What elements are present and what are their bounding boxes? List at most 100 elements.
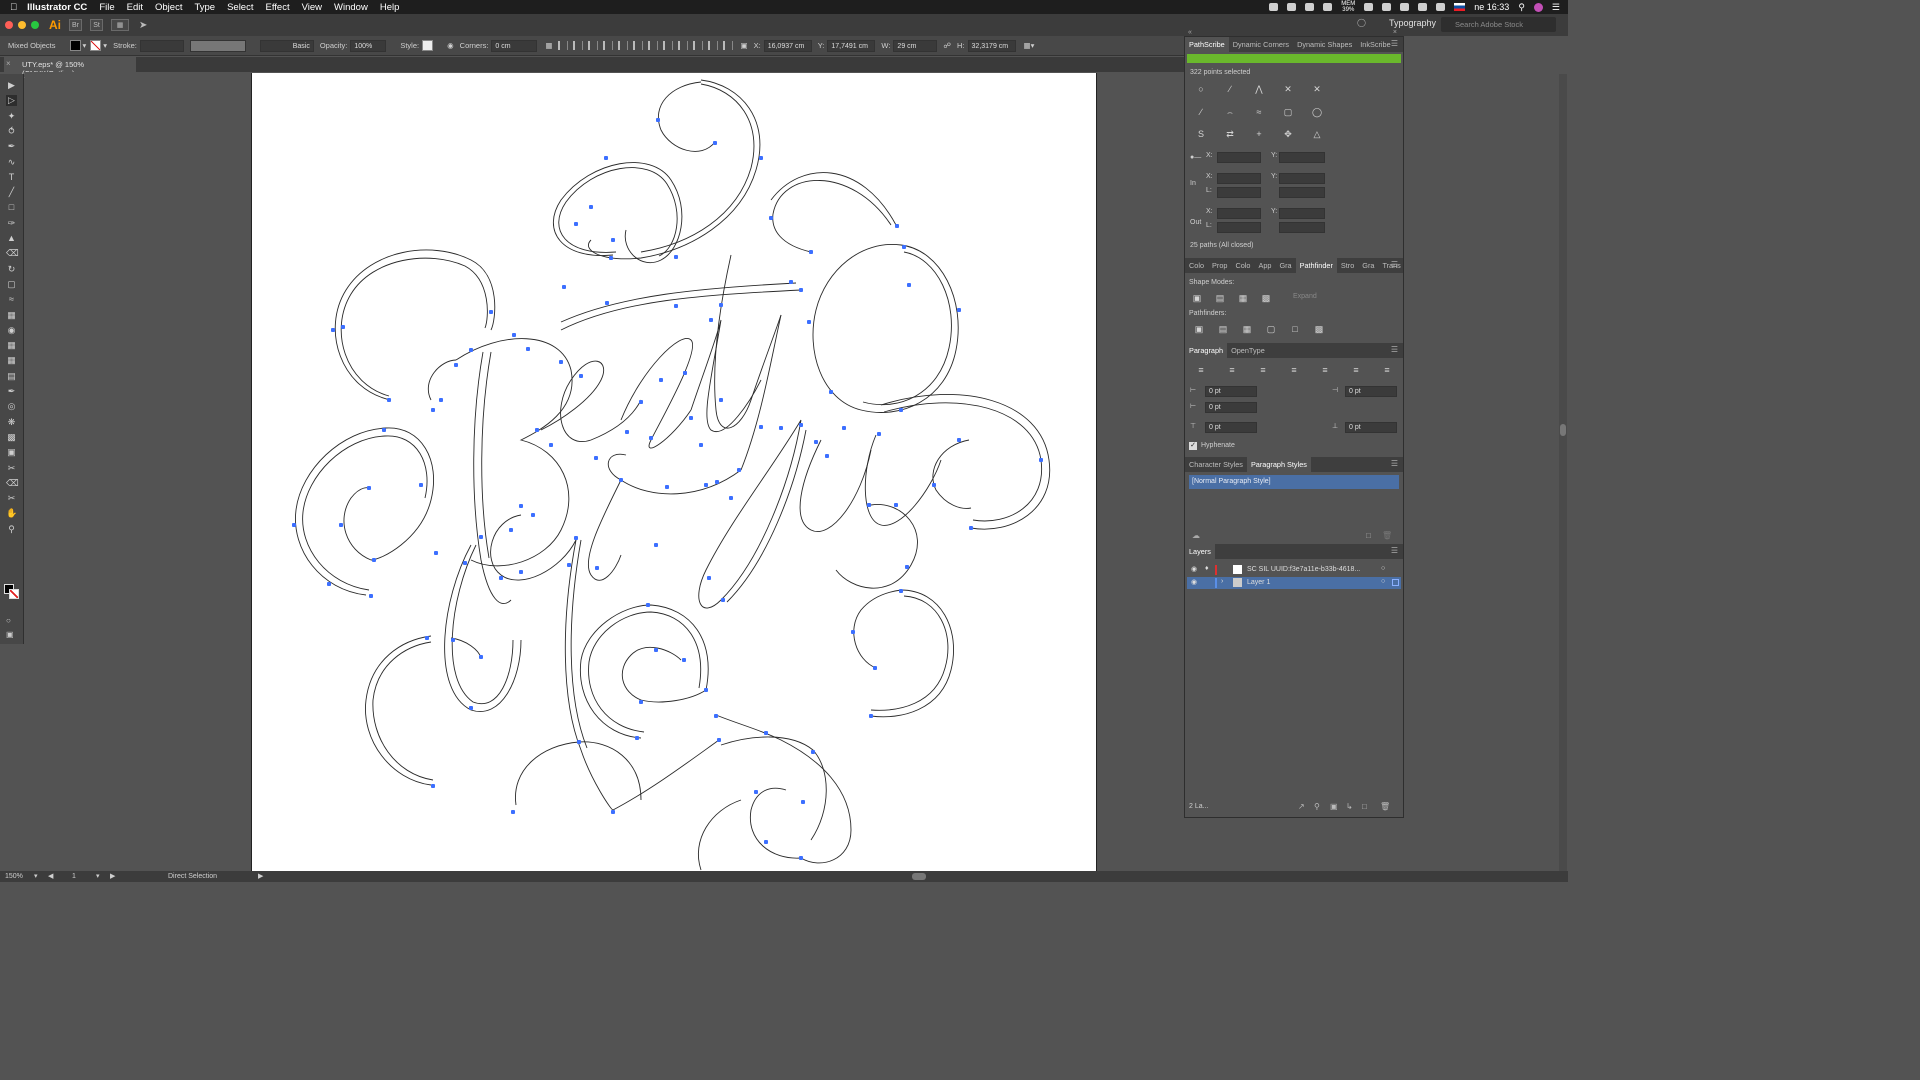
rotate-tool[interactable]: ↻ xyxy=(6,264,17,275)
warning-icon[interactable]: △ xyxy=(1311,129,1323,139)
minus-back-icon[interactable]: ▩ xyxy=(1313,324,1325,334)
sync-icon[interactable] xyxy=(1323,3,1333,11)
tab-stroke[interactable]: Stro xyxy=(1337,258,1358,273)
artboard-tool[interactable]: ▣ xyxy=(6,447,17,458)
s-curve-icon[interactable]: S xyxy=(1195,129,1207,139)
menu-type[interactable]: Type xyxy=(194,2,215,13)
vertical-scrollbar[interactable] xyxy=(1559,74,1567,871)
visibility-eye-icon[interactable]: ◉ xyxy=(1191,578,1197,586)
reference-point-icon[interactable]: ▣ xyxy=(741,41,748,50)
creative-cloud-icon[interactable] xyxy=(1269,3,1279,11)
out-length-field[interactable] xyxy=(1217,222,1261,233)
shape-builder-tool[interactable]: ◉ xyxy=(6,325,17,336)
hyphenate-checkbox[interactable]: ✓ xyxy=(1189,442,1197,450)
status-menu-icon[interactable]: ▶ xyxy=(258,872,263,880)
visibility-eye-icon[interactable]: ◉ xyxy=(1191,565,1197,573)
w-field[interactable]: 29 cm xyxy=(893,39,938,52)
draw-modes-icon[interactable]: ○ xyxy=(6,616,11,625)
straight-segment-icon[interactable]: ∕ xyxy=(1195,107,1207,117)
align-top-icon[interactable] xyxy=(602,41,613,50)
cloud-icon[interactable] xyxy=(1364,3,1374,11)
space-after-field[interactable]: 0 pt xyxy=(1345,422,1397,433)
recolor-artwork-icon[interactable]: ◉ xyxy=(447,41,454,50)
layer-name[interactable]: SC SIL UUID:f3e7a11e-b33b-4618... xyxy=(1247,566,1360,573)
free-transform-tool[interactable]: ▦ xyxy=(6,310,17,321)
next-artboard-icon[interactable]: ▶ xyxy=(110,872,115,880)
transform-options-icon[interactable]: ▦▾ xyxy=(1024,41,1035,50)
tab-color-guide[interactable]: Colo xyxy=(1231,258,1254,273)
target-icon[interactable]: ○ xyxy=(1381,565,1385,572)
tab-dynamic-corners[interactable]: Dynamic Corners xyxy=(1229,37,1293,52)
align-center-text-icon[interactable]: ≡ xyxy=(1226,365,1238,375)
space-before-field[interactable]: 0 pt xyxy=(1205,422,1257,433)
justify-right-icon[interactable]: ≡ xyxy=(1350,365,1362,375)
mesh-tool[interactable]: ▦ xyxy=(6,355,17,366)
new-style-icon[interactable]: □ xyxy=(1366,531,1371,540)
zoom-dropdown-icon[interactable]: ▾ xyxy=(34,872,38,880)
lasso-tool[interactable]: ⥀ xyxy=(6,126,17,137)
corners-field[interactable]: 0 cm xyxy=(491,39,538,52)
screen-mode-icon[interactable]: ▣ xyxy=(6,630,14,639)
scroll-thumb[interactable] xyxy=(1560,424,1566,436)
paragraph-menu-icon[interactable]: ☰ xyxy=(1391,345,1398,354)
artboard-dropdown-icon[interactable]: ▾ xyxy=(96,872,100,880)
align-hcenter-icon[interactable] xyxy=(572,41,583,50)
layers-menu-icon[interactable]: ☰ xyxy=(1391,546,1398,555)
menu-window[interactable]: Window xyxy=(334,2,368,13)
minus-front-icon[interactable]: ▤ xyxy=(1214,293,1226,303)
paintbrush-tool[interactable]: ✑ xyxy=(6,218,17,229)
magic-wand-tool[interactable]: ✦ xyxy=(6,111,17,122)
app-menu[interactable]: Illustrator CC xyxy=(27,2,87,13)
tab-layers[interactable]: Layers xyxy=(1185,544,1215,559)
gpu-performance-icon[interactable]: ➤ xyxy=(139,20,147,31)
direct-selection-tool[interactable]: ▷ xyxy=(6,95,17,107)
tab-character-styles[interactable]: Character Styles xyxy=(1185,457,1247,472)
tab-gradient[interactable]: Gra xyxy=(1358,258,1378,273)
tab-inkscribe[interactable]: InkScribe xyxy=(1356,37,1394,52)
zoom-level[interactable]: 150% xyxy=(5,873,23,880)
justify-all-icon[interactable]: ≡ xyxy=(1381,365,1393,375)
locate-object-icon[interactable]: ⚲ xyxy=(1314,802,1320,811)
tab-color[interactable]: Colo xyxy=(1185,258,1208,273)
smart-remove-icon[interactable]: ≈ xyxy=(1253,107,1265,117)
stroke-dropdown-icon[interactable]: ▾ xyxy=(103,41,107,50)
beauty-of-you-lettering[interactable] xyxy=(252,73,1098,871)
cusp-point-icon[interactable]: ⋀ xyxy=(1253,84,1265,94)
expand-arrow-icon[interactable]: › xyxy=(1221,578,1223,585)
fill-swatch[interactable] xyxy=(69,40,81,51)
tab-paragraph-styles[interactable]: Paragraph Styles xyxy=(1246,457,1311,472)
move-point-icon[interactable]: ✥ xyxy=(1282,129,1294,139)
minimize-window-button[interactable] xyxy=(18,21,26,29)
remove-handles-icon[interactable]: ✕ xyxy=(1282,84,1294,94)
trim-icon[interactable]: ▤ xyxy=(1217,324,1229,334)
tab-properties[interactable]: Prop xyxy=(1208,258,1231,273)
in-x-field[interactable] xyxy=(1217,173,1261,184)
stock-button[interactable]: St xyxy=(90,19,103,31)
divide-icon[interactable]: ▣ xyxy=(1193,324,1205,334)
layer-row-sc-sil[interactable]: ◉ ♦ SC SIL UUID:f3e7a11e-b33b-4618... ○ xyxy=(1187,564,1401,576)
exclude-icon[interactable]: ▩ xyxy=(1260,293,1272,303)
pathfinder-menu-icon[interactable]: ☰ xyxy=(1391,260,1398,269)
out-y-field[interactable] xyxy=(1279,208,1325,219)
opacity-label[interactable]: Opacity: xyxy=(320,41,348,50)
notification-icon[interactable] xyxy=(1287,3,1297,11)
zoom-window-button[interactable] xyxy=(31,21,39,29)
anchor-x-field[interactable] xyxy=(1217,152,1261,163)
spotlight-icon[interactable]: ⚲ xyxy=(1518,2,1525,13)
line-tool[interactable]: ╱ xyxy=(6,187,17,198)
new-sublayer-icon[interactable]: ↳ xyxy=(1346,802,1353,811)
search-help-icon[interactable]: ◯ xyxy=(1357,18,1366,27)
blend-tool[interactable]: ◎ xyxy=(6,401,17,412)
dropbox-icon[interactable] xyxy=(1305,3,1315,11)
layer-name[interactable]: Layer 1 xyxy=(1247,579,1270,586)
stock-search-input[interactable]: Search Adobe Stock xyxy=(1441,17,1556,32)
menu-file[interactable]: File xyxy=(99,2,114,13)
corner-point-icon[interactable]: ∕ xyxy=(1224,84,1236,94)
zoom-tool[interactable]: ⚲ xyxy=(6,524,17,535)
menu-help[interactable]: Help xyxy=(380,2,400,13)
reverse-path-icon[interactable]: ⇄ xyxy=(1224,129,1236,139)
tab-appearance[interactable]: App xyxy=(1254,258,1275,273)
eraser-alt-tool[interactable]: ⌫ xyxy=(6,478,19,489)
align-bottom-icon[interactable] xyxy=(632,41,643,50)
panel-collapse-icon[interactable]: « xyxy=(1188,29,1192,36)
